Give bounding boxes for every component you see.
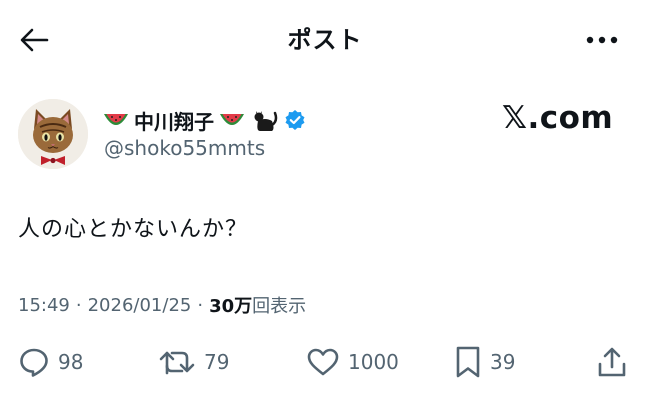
bookmark-button[interactable]: 39 xyxy=(454,340,515,384)
top-bar: ポスト xyxy=(0,0,650,78)
heart-icon xyxy=(307,348,339,376)
watermelon-emoji-icon xyxy=(220,114,244,125)
repost-button[interactable]: 79 xyxy=(158,340,229,384)
reply-button[interactable]: 98 xyxy=(18,340,83,384)
meta-separator: · xyxy=(197,294,204,316)
post-metadata: 15:49 · 2026/01/25 · 30万 回表示 xyxy=(18,292,306,318)
share-icon xyxy=(598,347,626,377)
reply-count: 98 xyxy=(58,350,84,374)
author-name-row: 中川翔子 xyxy=(102,104,306,136)
meta-separator: · xyxy=(75,294,82,316)
like-button[interactable]: 1000 xyxy=(306,340,399,384)
page-title: ポスト xyxy=(287,26,363,54)
more-horizontal-icon xyxy=(586,36,618,44)
black-cat-emoji-icon xyxy=(254,111,278,131)
repost-count: 79 xyxy=(204,350,230,374)
bookmark-count: 39 xyxy=(490,350,516,374)
verified-badge-icon xyxy=(285,110,305,130)
cat-avatar-image xyxy=(18,99,88,169)
author-handle[interactable]: @shoko55mmts xyxy=(104,136,265,160)
reply-icon xyxy=(20,348,48,377)
watermelon-emoji-icon xyxy=(104,114,128,125)
post-text: 人の心とかないんか？ xyxy=(18,217,249,242)
more-options-button[interactable] xyxy=(580,22,624,58)
bookmark-icon xyxy=(456,346,480,378)
post-time[interactable]: 15:49 xyxy=(18,295,70,316)
author-display-name[interactable]: 中川翔子 xyxy=(134,106,214,135)
post-date[interactable]: 2026/01/25 xyxy=(88,295,192,316)
view-count-label: 回表示 xyxy=(252,296,307,317)
action-bar: 98 79 1000 39 xyxy=(0,340,650,384)
avatar[interactable] xyxy=(18,99,88,169)
like-count: 1000 xyxy=(348,350,399,374)
view-count: 30万 xyxy=(209,296,253,317)
share-button[interactable] xyxy=(596,340,628,384)
watermark-logo: 𝕏.com xyxy=(502,100,614,136)
repost-icon xyxy=(159,351,195,375)
